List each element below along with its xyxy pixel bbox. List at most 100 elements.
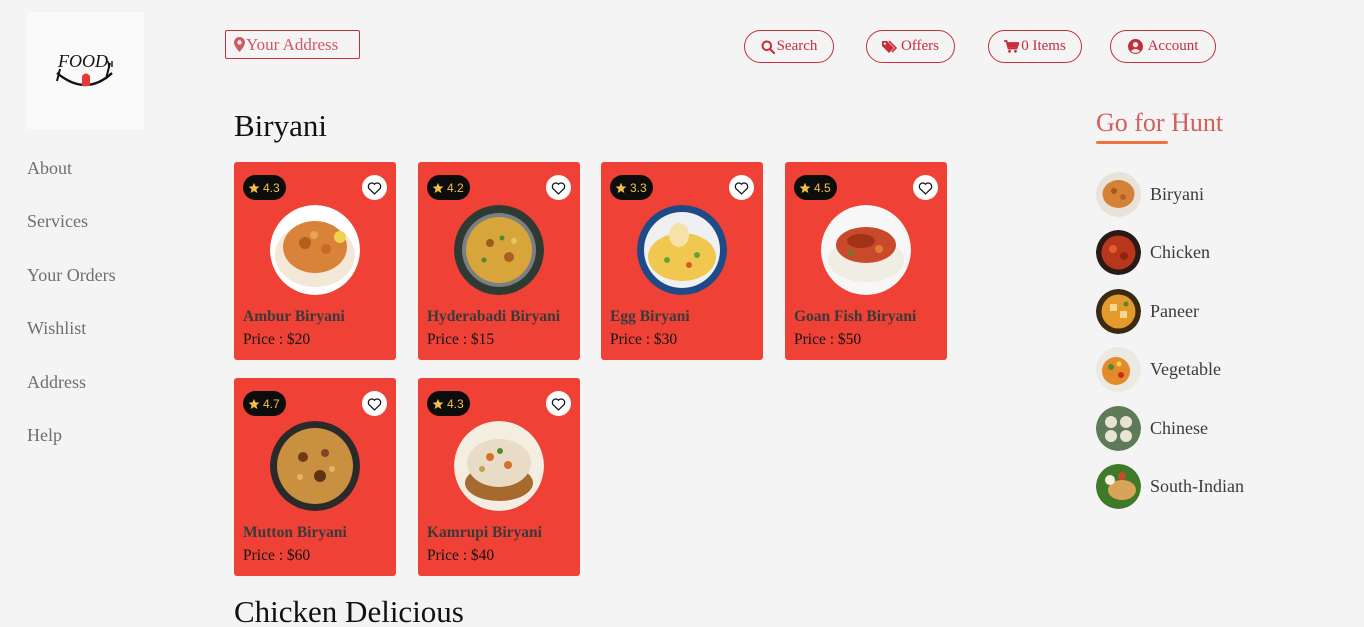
sidebar-item-address[interactable]: Address xyxy=(27,372,116,425)
food-image xyxy=(270,421,360,511)
heart-icon xyxy=(551,397,566,411)
rating-badge: 3.3 xyxy=(610,175,653,200)
rating-value: 4.5 xyxy=(814,180,831,195)
address-label: Your Address xyxy=(246,34,339,54)
wishlist-heart-button[interactable] xyxy=(546,175,571,200)
category-image xyxy=(1096,230,1141,275)
food-card[interactable]: 4.2 Hyderabadi Biryani Price : $15 xyxy=(418,162,580,360)
category-image xyxy=(1096,172,1141,217)
food-card[interactable]: 4.3 Kamrupi Biryani Price : $40 xyxy=(418,378,580,576)
hunt-title-underline xyxy=(1096,141,1168,144)
hunt-item-label: South-Indian xyxy=(1150,476,1244,496)
heart-icon xyxy=(918,181,933,195)
heart-icon xyxy=(367,397,382,411)
rating-value: 4.3 xyxy=(447,396,464,411)
offers-label: Offers xyxy=(900,38,940,54)
search-button[interactable]: Search xyxy=(744,30,834,63)
rating-value: 4.2 xyxy=(447,180,464,195)
cart-icon xyxy=(1004,40,1020,53)
user-circle-icon xyxy=(1127,39,1143,54)
hunt-item-label: Biryani xyxy=(1150,184,1204,204)
food-image xyxy=(637,205,727,295)
food-image xyxy=(821,205,911,295)
logo[interactable]: FOOD xyxy=(27,12,144,129)
food-price: Price : $20 xyxy=(243,331,311,348)
hunt-item-label: Vegetable xyxy=(1150,359,1221,379)
category-image xyxy=(1096,289,1141,334)
hunt-item-label: Chinese xyxy=(1150,418,1208,438)
sidebar-item-services[interactable]: Services xyxy=(27,211,116,264)
category-image xyxy=(1096,347,1141,392)
food-card[interactable]: 4.5 Goan Fish Biryani Price : $50 xyxy=(785,162,947,360)
logo-text: FOOD xyxy=(57,51,108,71)
hunt-item-chinese[interactable]: Chinese xyxy=(1096,406,1208,451)
rating-value: 4.7 xyxy=(263,396,280,411)
hunt-item-chicken[interactable]: Chicken xyxy=(1096,230,1210,275)
sidebar-item-about[interactable]: About xyxy=(27,158,116,211)
wishlist-heart-button[interactable] xyxy=(729,175,754,200)
food-name: Mutton Biryani xyxy=(243,524,347,541)
star-icon xyxy=(799,182,811,193)
cart-label: 0 Items xyxy=(1021,38,1066,54)
food-image xyxy=(454,205,544,295)
wishlist-heart-button[interactable] xyxy=(913,175,938,200)
sidebar-item-wishlist[interactable]: Wishlist xyxy=(27,318,116,371)
hunt-item-vegetable[interactable]: Vegetable xyxy=(1096,347,1221,392)
star-icon xyxy=(432,398,444,409)
food-card[interactable]: 4.3 Ambur Biryani Price : $20 xyxy=(234,162,396,360)
search-label: Search xyxy=(776,38,818,54)
food-name: Kamrupi Biryani xyxy=(427,524,542,541)
section-title-chicken-delicious: Chicken Delicious xyxy=(234,594,464,627)
food-name: Hyderabadi Biryani xyxy=(427,308,561,325)
hunt-item-paneer[interactable]: Paneer xyxy=(1096,289,1199,334)
rating-badge: 4.2 xyxy=(427,175,470,200)
star-icon xyxy=(248,398,260,409)
food-image xyxy=(454,421,544,511)
map-marker-icon xyxy=(234,37,245,52)
heart-icon xyxy=(734,181,749,195)
hunt-item-south-indian[interactable]: South-Indian xyxy=(1096,464,1244,509)
rating-badge: 4.3 xyxy=(243,175,286,200)
sidebar-item-your-orders[interactable]: Your Orders xyxy=(27,265,116,318)
food-card[interactable]: 3.3 Egg Biryani Price : $30 xyxy=(601,162,763,360)
food-name: Ambur Biryani xyxy=(243,308,345,325)
wishlist-heart-button[interactable] xyxy=(362,175,387,200)
offers-button[interactable]: Offers xyxy=(866,30,955,63)
heart-icon xyxy=(551,181,566,195)
sidebar-nav: About Services Your Orders Wishlist Addr… xyxy=(27,158,116,478)
rating-badge: 4.5 xyxy=(794,175,837,200)
food-price: Price : $15 xyxy=(427,331,495,348)
sidebar-item-help[interactable]: Help xyxy=(27,425,116,478)
rating-badge: 4.3 xyxy=(427,391,470,416)
food-image xyxy=(270,205,360,295)
hunt-item-biryani[interactable]: Biryani xyxy=(1096,172,1204,217)
wishlist-heart-button[interactable] xyxy=(362,391,387,416)
category-image xyxy=(1096,406,1141,451)
hunt-title: Go for Hunt xyxy=(1096,108,1224,137)
account-label: Account xyxy=(1147,38,1199,54)
search-icon xyxy=(761,40,775,54)
food-price: Price : $40 xyxy=(427,547,495,564)
star-icon xyxy=(248,182,260,193)
star-icon xyxy=(615,182,627,193)
food-name: Goan Fish Biryani xyxy=(794,308,917,325)
cart-button[interactable]: 0 Items xyxy=(988,30,1082,63)
account-button[interactable]: Account xyxy=(1110,30,1216,63)
rating-badge: 4.7 xyxy=(243,391,286,416)
star-icon xyxy=(432,182,444,193)
food-card[interactable]: 4.7 Mutton Biryani Price : $60 xyxy=(234,378,396,576)
tags-icon xyxy=(881,39,898,53)
food-name: Egg Biryani xyxy=(610,308,690,325)
rating-value: 3.3 xyxy=(630,180,647,195)
address-button[interactable]: Your Address xyxy=(225,30,360,59)
rating-value: 4.3 xyxy=(263,180,280,195)
logo-icon: FOOD xyxy=(55,51,113,86)
food-price: Price : $60 xyxy=(243,547,311,564)
food-price: Price : $50 xyxy=(794,331,862,348)
section-title-biryani: Biryani xyxy=(234,108,327,143)
food-price: Price : $30 xyxy=(610,331,678,348)
hunt-item-label: Chicken xyxy=(1150,242,1210,262)
category-image xyxy=(1096,464,1141,509)
wishlist-heart-button[interactable] xyxy=(546,391,571,416)
heart-icon xyxy=(367,181,382,195)
